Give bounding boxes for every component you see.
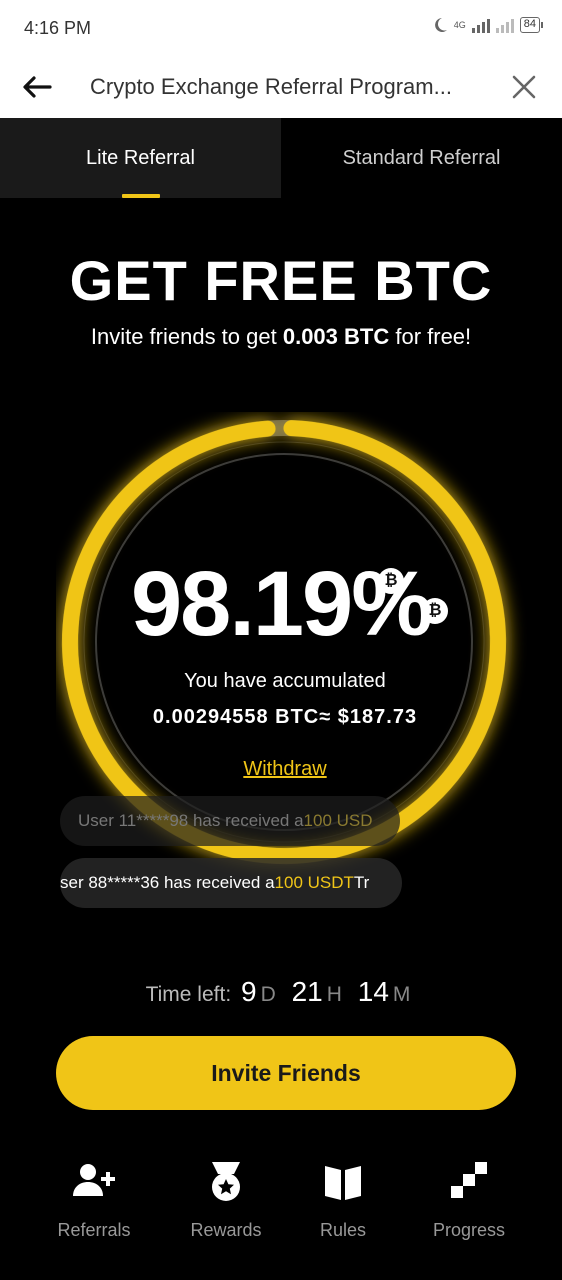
bitcoin-icon: ₿ — [422, 598, 448, 624]
nav-label: Rules — [319, 1220, 367, 1240]
moon-icon — [434, 18, 447, 32]
reward-ticker-item: User 11*****98 has received a 100 USD — [60, 796, 400, 846]
app-header: Crypto Exchange Referral Program... — [0, 56, 562, 118]
hero-subtitle: Invite friends to get 0.003 BTC for free… — [0, 324, 562, 350]
subtitle-prefix: Invite friends to get — [90, 324, 283, 349]
book-icon — [325, 1166, 361, 1200]
bottom-nav: Referrals Rewards Rules Progress — [0, 1150, 562, 1260]
ticker-amount: 100 USDT — [274, 873, 354, 892]
tab-lite-referral[interactable]: Lite Referral — [0, 118, 281, 198]
nav-item-rules[interactable]: Rules — [278, 1160, 408, 1241]
countdown-days-unit: D — [260, 983, 276, 1006]
countdown-timer: Time left: 9D 21 H 14 M — [0, 976, 562, 1008]
status-time: 4:16 PM — [24, 18, 92, 38]
nav-label: Referrals — [57, 1220, 131, 1240]
page-title: Crypto Exchange Referral Program... — [90, 74, 452, 99]
active-tab-indicator — [122, 194, 160, 198]
add-user-icon — [73, 1164, 115, 1196]
network-type: 4G — [453, 19, 466, 30]
invite-friends-button[interactable]: Invite Friends — [56, 1036, 516, 1110]
nav-item-progress[interactable]: Progress — [404, 1160, 534, 1241]
referral-tabs: Lite Referral Standard Referral — [0, 118, 562, 198]
ticker-suffix: Tr — [353, 873, 370, 892]
ticker-amount: 100 USD — [303, 811, 373, 830]
subtitle-amount: 0.003 BTC — [282, 324, 390, 349]
nav-item-rewards[interactable]: Rewards — [161, 1160, 291, 1241]
status-bar: 4:16 PM 4G 84 — [0, 0, 562, 56]
nav-item-referrals[interactable]: Referrals — [29, 1160, 159, 1241]
accumulated-label: You have accumulated — [184, 670, 386, 692]
hero-title: GET FREE BTC — [69, 249, 493, 312]
reward-ticker-item: ser 88*****36 has received a 100 USDT Tr — [60, 858, 402, 908]
countdown-hours-unit: H — [326, 983, 342, 1006]
tab-label: Lite Referral — [86, 146, 195, 169]
ticker-text: ser 88*****36 has received a — [60, 873, 275, 892]
signal-icon — [471, 17, 490, 33]
close-icon[interactable] — [510, 73, 538, 101]
tab-label: Standard Referral — [342, 146, 501, 169]
nav-label: Progress — [432, 1220, 506, 1240]
withdraw-link[interactable]: Withdraw — [56, 758, 514, 781]
back-arrow-icon[interactable] — [20, 72, 56, 102]
accumulated-value: 0.00294558 BTC≈ $187.73 — [152, 706, 418, 728]
ticker-text: User 11*****98 has received a — [78, 811, 304, 830]
status-icons: 4G 84 — [432, 17, 544, 33]
signal-weak-icon — [495, 17, 514, 33]
subtitle-suffix: for free! — [389, 324, 472, 349]
countdown-minutes-unit: M — [392, 983, 411, 1006]
countdown-minutes: 14 — [357, 976, 389, 1007]
bitcoin-icon: ₿ — [378, 568, 404, 594]
countdown-hours: 21 — [291, 976, 323, 1007]
medal-icon — [212, 1162, 240, 1201]
tab-standard-referral[interactable]: Standard Referral — [281, 118, 562, 198]
nav-label: Rewards — [190, 1220, 262, 1240]
countdown-label: Time left: — [145, 983, 232, 1006]
steps-icon — [451, 1162, 487, 1198]
battery-icon: 84 — [519, 17, 544, 33]
countdown-days: 9 — [241, 976, 257, 1007]
